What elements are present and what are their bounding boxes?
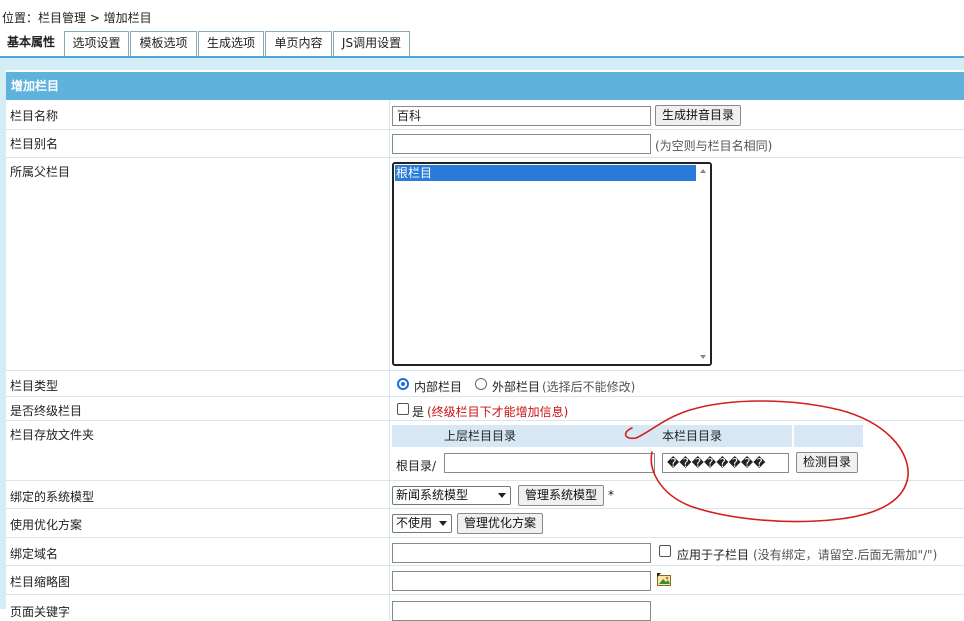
thumbnail-input[interactable]	[392, 571, 651, 591]
self-dir-header: 本栏目目录	[660, 425, 792, 447]
row-alias: 栏目别名 (为空则与栏目名相同)	[6, 130, 964, 158]
label-alias: 栏目别名	[10, 137, 59, 151]
label-internal: 内部栏目	[414, 380, 463, 394]
check-directory-button[interactable]: 检测目录	[796, 452, 859, 473]
row-optimize: 使用优化方案 不使用 管理优化方案	[6, 509, 964, 538]
tab-template[interactable]: 模板选项	[130, 31, 197, 56]
breadcrumb: 位置：栏目管理 > 增加栏目	[2, 11, 152, 25]
row-type: 栏目类型 内部栏目 外部栏目 (选择后不能修改)	[6, 372, 964, 397]
self-dir-input[interactable]: ��������	[662, 453, 789, 473]
tab-single-page[interactable]: 单页内容	[265, 31, 332, 56]
label-final-yes: 是	[412, 405, 425, 419]
model-select-value: 新闻系统模型	[396, 488, 469, 502]
row-thumbnail: 栏目缩略图	[6, 566, 964, 595]
list-item[interactable]: 根栏目	[395, 165, 696, 181]
manage-optimize-button[interactable]: 管理优化方案	[457, 513, 544, 534]
parent-dir-header: 上层栏目目录	[392, 425, 660, 447]
manage-model-button[interactable]: 管理系统模型	[518, 485, 605, 506]
keywords-input[interactable]	[392, 601, 651, 621]
row-keywords: 页面关键字	[6, 595, 964, 621]
row-parent: 所属父栏目 根栏目	[6, 158, 964, 371]
type-hint: (选择后不能修改)	[542, 380, 636, 394]
root-prefix: 根目录/	[396, 459, 437, 473]
label-apply-subcategory: 应用于子栏目	[677, 548, 750, 562]
required-mark: *	[608, 488, 614, 502]
chevron-down-icon	[498, 493, 506, 498]
chevron-down-icon	[439, 521, 447, 526]
dir-header-spacer	[794, 425, 863, 447]
final-checkbox[interactable]	[397, 403, 409, 415]
label-external: 外部栏目	[492, 380, 541, 394]
radio-internal[interactable]	[397, 378, 409, 390]
scroll-up-icon[interactable]	[700, 169, 706, 173]
row-folder: 栏目存放文件夹 上层栏目目录 本栏目目录 根目录/ �������� 检测目录	[6, 421, 964, 481]
domain-input[interactable]	[392, 543, 651, 563]
label-optimize: 使用优化方案	[10, 518, 83, 532]
listbox-scrollbar[interactable]	[697, 164, 710, 364]
generate-pinyin-button[interactable]: 生成拼音目录	[655, 105, 742, 126]
label-thumbnail: 栏目缩略图	[10, 575, 71, 589]
section-title: 增加栏目	[6, 72, 964, 100]
row-domain: 绑定域名 应用于子栏目 (没有绑定，请留空.后面无需加"/")	[6, 538, 964, 566]
label-keywords: 页面关键字	[10, 605, 71, 619]
tab-basic[interactable]: 基本属性	[0, 31, 62, 56]
optimize-select[interactable]: 不使用	[392, 514, 452, 533]
radio-external[interactable]	[475, 378, 487, 390]
domain-hint: (没有绑定，请留空.后面无需加"/")	[753, 548, 938, 562]
apply-subcategory-checkbox[interactable]	[659, 545, 671, 557]
tab-generate[interactable]: 生成选项	[198, 31, 264, 56]
row-model: 绑定的系统模型 新闻系统模型 管理系统模型 *	[6, 481, 964, 509]
alias-input[interactable]	[392, 134, 651, 154]
label-name: 栏目名称	[10, 109, 59, 123]
label-model: 绑定的系统模型	[10, 490, 95, 504]
form-panel: 增加栏目 栏目名称 百科 生成拼音目录 栏目别名 (为空则与栏目名相同) 所属父…	[0, 58, 964, 621]
self-dir-header-text: 本栏目目录	[662, 429, 723, 443]
label-folder: 栏目存放文件夹	[10, 428, 95, 442]
image-picker-icon[interactable]	[657, 573, 671, 586]
optimize-select-value: 不使用	[396, 516, 433, 530]
label-domain: 绑定域名	[10, 547, 59, 561]
tab-js-settings[interactable]: JS调用设置	[333, 31, 410, 56]
parent-dir-header-text: 上层栏目目录	[444, 429, 517, 443]
name-input[interactable]: 百科	[392, 106, 651, 126]
parent-category-listbox[interactable]: 根栏目	[392, 162, 712, 366]
model-select[interactable]: 新闻系统模型	[392, 486, 511, 505]
tab-bar: 基本属性 选项设置 模板选项 生成选项 单页内容 JS调用设置	[0, 31, 964, 56]
label-final: 是否终级栏目	[10, 404, 83, 418]
final-hint: (终级栏目下才能增加信息)	[427, 405, 569, 419]
tab-options[interactable]: 选项设置	[64, 31, 129, 56]
scroll-down-icon[interactable]	[700, 355, 706, 359]
form-table: 增加栏目 栏目名称 百科 生成拼音目录 栏目别名 (为空则与栏目名相同) 所属父…	[6, 70, 964, 621]
parent-dir-input[interactable]	[444, 453, 655, 473]
row-final: 是否终级栏目 是 (终级栏目下才能增加信息)	[6, 397, 964, 421]
label-type: 栏目类型	[10, 379, 59, 393]
row-name: 栏目名称 百科 生成拼音目录	[6, 102, 964, 130]
label-parent: 所属父栏目	[10, 165, 71, 179]
alias-hint: (为空则与栏目名相同)	[655, 139, 773, 153]
